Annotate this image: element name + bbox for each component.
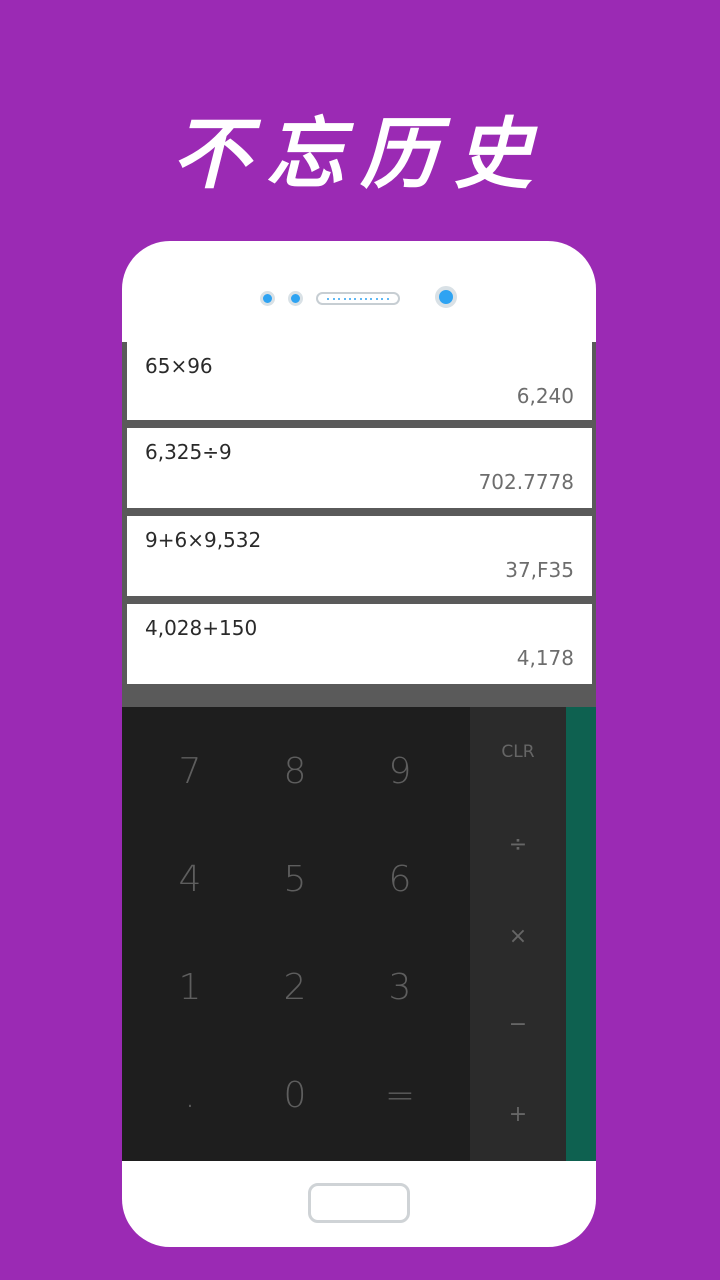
history-item[interactable]: 9+6×9,532 37,F35 bbox=[127, 516, 592, 596]
history-result: 37,F35 bbox=[505, 558, 574, 582]
key-2[interactable]: 2 bbox=[242, 934, 348, 1040]
history-expression: 4,028+150 bbox=[145, 616, 258, 640]
add-button[interactable]: + bbox=[470, 1087, 566, 1141]
clear-button[interactable]: CLR bbox=[470, 725, 566, 779]
divide-button[interactable]: ÷ bbox=[470, 817, 566, 871]
key-decimal[interactable]: . bbox=[137, 1042, 243, 1148]
headline: 不忘历史 bbox=[171, 109, 548, 200]
multiply-button[interactable]: × bbox=[470, 909, 566, 963]
history-expression: 9+6×9,532 bbox=[145, 528, 262, 552]
history-list[interactable]: 65×96 6,240 6,325÷9 702.7778 9+6×9,532 3… bbox=[122, 342, 596, 706]
key-5[interactable]: 5 bbox=[242, 826, 348, 932]
key-1[interactable]: 1 bbox=[137, 934, 243, 1040]
history-expression: 65×96 bbox=[145, 354, 213, 378]
sensor-dot bbox=[288, 291, 303, 306]
key-equals[interactable]: = bbox=[347, 1042, 453, 1148]
history-result: 4,178 bbox=[516, 646, 574, 670]
front-camera bbox=[435, 286, 457, 308]
speaker-grille bbox=[316, 292, 400, 305]
key-7[interactable]: 7 bbox=[137, 718, 243, 824]
home-button[interactable] bbox=[308, 1183, 410, 1223]
history-item[interactable]: 65×96 6,240 bbox=[127, 342, 592, 420]
key-4[interactable]: 4 bbox=[137, 826, 243, 932]
history-result: 6,240 bbox=[516, 384, 574, 408]
history-expression: 6,325÷9 bbox=[145, 440, 232, 464]
key-9[interactable]: 9 bbox=[347, 718, 453, 824]
key-6[interactable]: 6 bbox=[347, 826, 453, 932]
history-item[interactable]: 6,325÷9 702.7778 bbox=[127, 428, 592, 508]
subtract-button[interactable]: − bbox=[470, 997, 566, 1051]
key-3[interactable]: 3 bbox=[347, 934, 453, 1040]
calculator-screen: 65×96 6,240 6,325÷9 702.7778 9+6×9,532 3… bbox=[122, 342, 596, 1161]
advanced-panel-handle[interactable] bbox=[566, 707, 596, 1161]
key-0[interactable]: 0 bbox=[242, 1042, 348, 1148]
history-result: 702.7778 bbox=[478, 470, 574, 494]
operator-panel: CLR ÷ × − + bbox=[470, 707, 566, 1161]
number-keypad: 7 8 9 4 5 6 1 2 3 . 0 = bbox=[122, 707, 470, 1161]
key-8[interactable]: 8 bbox=[242, 718, 348, 824]
history-item[interactable]: 4,028+150 4,178 bbox=[127, 604, 592, 684]
sensor-dot bbox=[260, 291, 275, 306]
